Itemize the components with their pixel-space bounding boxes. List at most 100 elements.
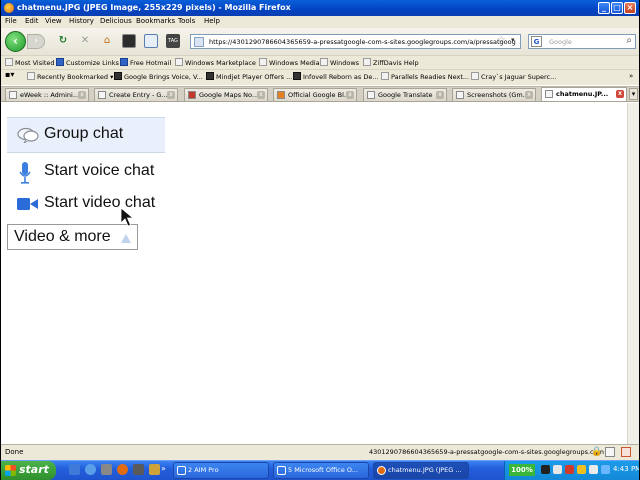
folder-icon [27,72,35,80]
tab-favicon-icon [456,91,464,99]
bookmark-windows-marketplace[interactable]: Windows Marketplace [175,58,256,67]
video-and-more-button[interactable]: Video & more [7,224,138,250]
toolbar-overflow-icon[interactable]: » [629,72,633,80]
menu-delicious[interactable]: Delicious [100,17,132,25]
tray-icon-2[interactable] [553,465,562,474]
menu-bar: File Edit View History Delicious Bookmar… [1,16,639,28]
tab-close-icon[interactable]: x [167,91,175,99]
status-addon-icon[interactable] [605,447,615,457]
stop-icon[interactable]: ✕ [78,34,92,48]
menu-edit[interactable]: Edit [25,17,39,25]
google-icon[interactable]: G [531,36,542,47]
menu-bookmarks[interactable]: Bookmarks [136,17,175,25]
bookmark-windows-media[interactable]: Windows Media [259,58,320,67]
bookmark-most-visited[interactable]: Most Visited [5,58,55,67]
start-video-chat-item[interactable]: Start video chat [44,194,155,212]
vertical-scrollbar[interactable] [627,103,639,444]
toolbar-item-label: Mindjet Player Offers ... [216,73,293,81]
star-icon[interactable]: ☆ [497,35,506,46]
url-bar[interactable]: https://4301290786604365659-a-pressatgoo… [190,34,521,49]
reload-icon[interactable]: ↻ [56,34,70,48]
bookmark-windows[interactable]: Windows [320,58,359,67]
toolbar-item-infovell[interactable]: Infovell Reborn as De... [293,72,379,81]
bookmark-icon [5,58,13,66]
tab-list-icon[interactable]: ▾ [629,88,638,100]
video-camera-icon [17,198,38,210]
bookmark-customize-links[interactable]: Customize Links [56,58,119,67]
forward-arrow-icon[interactable]: › [27,34,45,49]
taskbar-aim-pro[interactable]: 2 AIM Pro [173,462,269,479]
tab-close-icon[interactable]: x [436,91,444,99]
feed-icon [114,72,122,80]
bookmark-label: Windows [330,59,360,67]
maximize-button[interactable]: □ [611,2,623,14]
tab-official-google-blog[interactable]: Official Google Bl... x [273,88,357,101]
toolbar-item-google-voice[interactable]: Google Brings Voice, V... [114,72,203,81]
quicklaunch-firefox-icon[interactable] [117,464,128,475]
toolbar-item-label: Google Brings Voice, V... [124,73,203,81]
toolbar-item-cray[interactable]: Cray`s Jaguar Superc... [471,72,556,81]
taskbar-firefox-chatmenu[interactable]: chatmenu.JPG (JPEG ... [373,462,469,479]
home-icon[interactable]: ⌂ [100,34,114,48]
bookmark-free-hotmail[interactable]: Free Hotmail [120,58,171,67]
clock[interactable]: 4:43 PM [613,465,639,473]
bookmarklet-icon[interactable] [122,34,136,48]
tab-chatmenu[interactable]: chatmenu.JP... x [541,87,627,101]
tab-close-icon[interactable]: x [257,91,265,99]
start-button[interactable]: start [1,461,56,480]
tab-eweek[interactable]: eWeek :: Admini... x [5,88,89,101]
tab-close-icon[interactable]: x [525,91,533,99]
tray-icon-4[interactable] [577,465,586,474]
quicklaunch-desktop-icon[interactable] [69,464,80,475]
tag-icon[interactable]: TAG [166,34,180,48]
back-arrow-icon[interactable]: ‹ [5,31,26,52]
lock-icon[interactable]: 🔒 [591,447,602,457]
menu-help[interactable]: Help [204,17,220,25]
toolbar-item-parallels[interactable]: Parallels Readies Next... [381,72,469,81]
volume-icon[interactable] [601,465,610,474]
toolbar-item-mindjet[interactable]: Mindjet Player Offers ... [206,72,292,81]
quicklaunch-more-icon[interactable]: » [161,464,172,475]
page-icon[interactable] [144,34,158,48]
start-voice-chat-item[interactable]: Start voice chat [44,162,154,180]
tray-icon-1[interactable] [541,465,550,474]
search-icon[interactable]: ⌕ [626,35,632,46]
tray-icon-3[interactable] [565,465,574,474]
toolbar-recently-bookmarked[interactable]: Recently Bookmarked ▾ [27,72,113,81]
menu-view[interactable]: View [45,17,62,25]
battery-indicator[interactable]: 100% [509,464,535,476]
tab-google-translate[interactable]: Google Translate x [363,88,447,101]
menu-file[interactable]: File [5,17,17,25]
start-label: start [19,463,49,476]
quicklaunch-media-icon[interactable] [133,464,144,475]
feed-icon [206,72,214,80]
tab-close-icon[interactable]: x [346,91,354,99]
tray-icon-5[interactable] [589,465,598,474]
tab-favicon-icon [545,90,553,98]
quicklaunch-folder-icon[interactable] [149,464,160,475]
close-button[interactable]: × [624,2,636,14]
tab-close-icon[interactable]: x [78,91,86,99]
firefox-window: chatmenu.JPG (JPEG Image, 255x229 pixels… [1,0,639,480]
tab-close-icon[interactable]: x [616,90,624,98]
quicklaunch-ie-icon[interactable] [85,464,96,475]
quicklaunch-explorer-icon[interactable] [101,464,112,475]
tab-create-entry[interactable]: Create Entry - G... x [94,88,178,101]
search-placeholder: Google [549,38,572,46]
taskbar-microsoft-office[interactable]: 5 Microsoft Office O... [273,462,369,479]
bookmark-icon [120,58,128,66]
minimize-button[interactable]: _ [598,2,610,14]
chat-bubble-icon [17,127,39,143]
feed-icon [381,72,389,80]
tab-google-maps[interactable]: Google Maps No... x [184,88,268,101]
menu-history[interactable]: History [69,17,94,25]
url-dropdown-icon[interactable]: ▾ [511,36,515,44]
search-input[interactable]: G Google ⌕ [528,34,636,49]
bookmark-ziffdavis-help[interactable]: ZiffDavis Help [363,58,419,67]
tab-screenshots[interactable]: Screenshots (Gm... x [452,88,536,101]
status-addon-icon-2[interactable] [621,447,631,457]
mouse-cursor-icon [120,207,134,227]
tab-label: chatmenu.JP... [556,90,609,98]
toolbar-menu-icon[interactable]: ▪▾ [5,70,14,79]
menu-tools[interactable]: Tools [178,17,195,25]
